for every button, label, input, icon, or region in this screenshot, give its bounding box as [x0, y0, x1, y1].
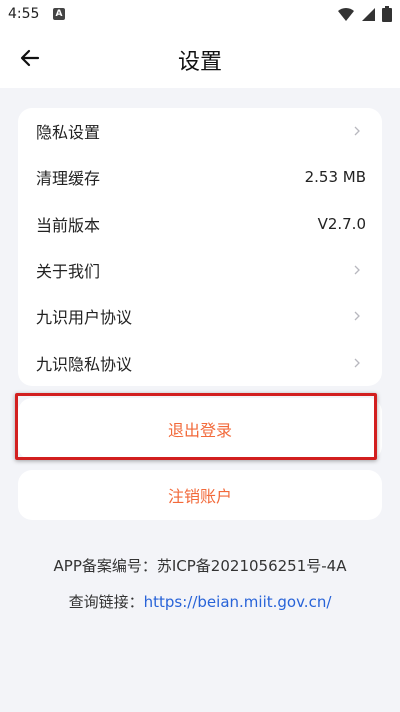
cancel-account-button[interactable]: 注销账户 — [18, 470, 382, 520]
battery-icon — [382, 6, 392, 22]
cache-size-value: 2.53 MB — [304, 168, 366, 187]
chevron-right-icon — [354, 311, 360, 321]
filing-query-line: 查询链接：https://beian.miit.gov.cn/ — [0, 591, 400, 612]
filing-record-text: APP备案编号：苏ICP备2021056251号-4A — [53, 557, 347, 575]
logout-button-label: 退出登录 — [167, 421, 232, 440]
settings-item-label: 隐私设置 — [36, 123, 101, 143]
status-time: 4:55 — [8, 6, 40, 22]
wifi-icon — [338, 7, 354, 21]
settings-item-label: 关于我们 — [36, 262, 101, 282]
settings-item-privacy-agreement[interactable]: 九识隐私协议 — [18, 339, 382, 385]
filing-query-prefix: 查询链接： — [68, 593, 144, 611]
settings-item-version[interactable]: 当前版本 V2.7.0 — [18, 201, 382, 247]
status-bar: 4:55 A — [0, 0, 400, 28]
chevron-right-icon — [354, 358, 360, 368]
notification-icon: A — [53, 8, 65, 20]
settings-item-user-agreement[interactable]: 九识用户协议 — [18, 293, 382, 339]
settings-list: 隐私设置 清理缓存 2.53 MB 当前版本 V2.7.0 关于我们 九识用户协… — [18, 108, 382, 386]
settings-item-label: 当前版本 — [36, 215, 101, 235]
settings-item-clear-cache[interactable]: 清理缓存 2.53 MB — [18, 154, 382, 200]
chevron-right-icon — [354, 265, 360, 275]
cancel-account-label: 注销账户 — [167, 487, 232, 506]
settings-item-label: 九识用户协议 — [36, 308, 133, 328]
signal-icon — [362, 7, 375, 21]
version-value: V2.7.0 — [317, 214, 366, 233]
settings-item-label: 清理缓存 — [36, 169, 101, 189]
settings-item-privacy[interactable]: 隐私设置 — [18, 108, 382, 154]
app-header: 设置 — [0, 28, 400, 88]
settings-item-about-us[interactable]: 关于我们 — [18, 247, 382, 293]
chevron-right-icon — [354, 126, 360, 136]
settings-item-label: 九识隐私协议 — [36, 354, 133, 374]
filing-query-link[interactable]: https://beian.miit.gov.cn/ — [144, 593, 332, 611]
logout-button[interactable]: 退出登录 — [18, 398, 382, 460]
page-title: 设置 — [177, 50, 222, 75]
status-icons — [337, 6, 392, 22]
